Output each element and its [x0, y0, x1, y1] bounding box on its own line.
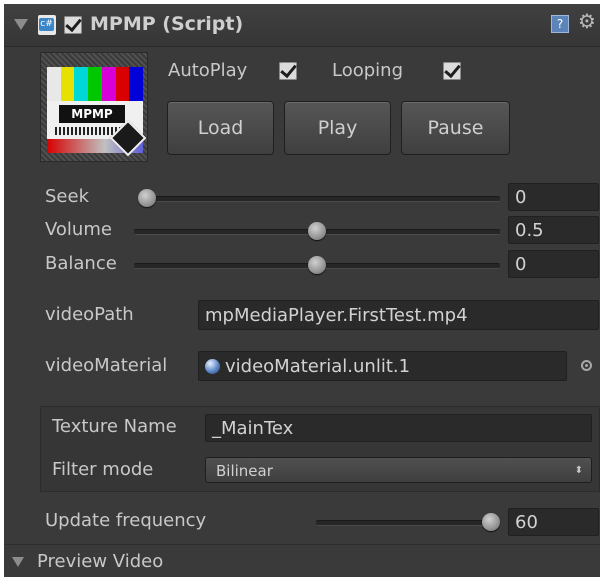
- update-frequency-label: Update frequency: [45, 510, 207, 531]
- volume-slider-handle[interactable]: [308, 222, 326, 240]
- video-material-label: videoMaterial: [45, 355, 168, 376]
- volume-label: Volume: [45, 219, 112, 240]
- texture-settings-section: Texture Name _MainTex Filter mode Biline…: [40, 406, 600, 492]
- component-header[interactable]: c# MPMP (Script) ? ⚙: [4, 4, 600, 47]
- update-frequency-slider-handle[interactable]: [482, 513, 500, 531]
- seek-value-field[interactable]: 0: [508, 183, 599, 211]
- script-icon-glyph: c#: [39, 18, 54, 31]
- looping-label: Looping: [332, 60, 403, 81]
- seek-label: Seek: [45, 186, 89, 207]
- update-frequency-field[interactable]: 60: [508, 508, 599, 536]
- video-thumbnail: MPMP: [40, 52, 148, 162]
- foldout-arrow-icon: [12, 557, 24, 567]
- seek-slider-track[interactable]: [138, 196, 500, 202]
- object-picker-icon[interactable]: [581, 360, 592, 371]
- component-enabled-checkbox[interactable]: [64, 16, 82, 34]
- preview-video-label: Preview Video: [37, 551, 164, 572]
- help-icon[interactable]: ?: [551, 15, 569, 33]
- video-path-label: videoPath: [45, 304, 134, 325]
- balance-label: Balance: [45, 253, 117, 274]
- balance-value-field[interactable]: 0: [508, 250, 599, 278]
- looping-checkbox[interactable]: [443, 62, 461, 80]
- balance-slider-handle[interactable]: [308, 256, 326, 274]
- volume-value-field[interactable]: 0.5: [508, 216, 599, 244]
- load-button[interactable]: Load: [167, 101, 274, 155]
- autoplay-label: AutoPlay: [168, 60, 248, 81]
- video-material-value: videoMaterial.unlit.1: [225, 356, 411, 377]
- filter-mode-dropdown[interactable]: Bilinear ⬍: [205, 457, 592, 483]
- filter-mode-label: Filter mode: [52, 459, 154, 480]
- video-path-input[interactable]: mpMediaPlayer.FirstTest.mp4: [198, 300, 599, 330]
- filter-mode-value: Bilinear: [216, 462, 273, 480]
- texture-name-label: Texture Name: [52, 416, 177, 437]
- autoplay-checkbox[interactable]: [279, 62, 297, 80]
- preview-video-foldout[interactable]: Preview Video: [4, 544, 600, 578]
- dropdown-arrows-icon: ⬍: [574, 465, 583, 476]
- component-title: MPMP (Script): [90, 13, 244, 35]
- video-material-field[interactable]: videoMaterial.unlit.1: [198, 351, 567, 381]
- mpmp-logo-text: MPMP: [59, 105, 125, 123]
- texture-name-input[interactable]: _MainTex: [205, 414, 592, 442]
- material-sphere-icon: [205, 359, 220, 374]
- gear-icon[interactable]: ⚙: [578, 9, 596, 33]
- foldout-arrow-icon[interactable]: [14, 19, 28, 30]
- pause-button[interactable]: Pause: [401, 101, 510, 155]
- play-button[interactable]: Play: [284, 101, 391, 155]
- update-frequency-slider-track[interactable]: [316, 520, 500, 526]
- inspector-panel: c# MPMP (Script) ? ⚙ MPMP AutoPlay Loopi…: [4, 4, 600, 577]
- seek-slider-handle[interactable]: [138, 189, 156, 207]
- script-icon: c#: [38, 15, 56, 35]
